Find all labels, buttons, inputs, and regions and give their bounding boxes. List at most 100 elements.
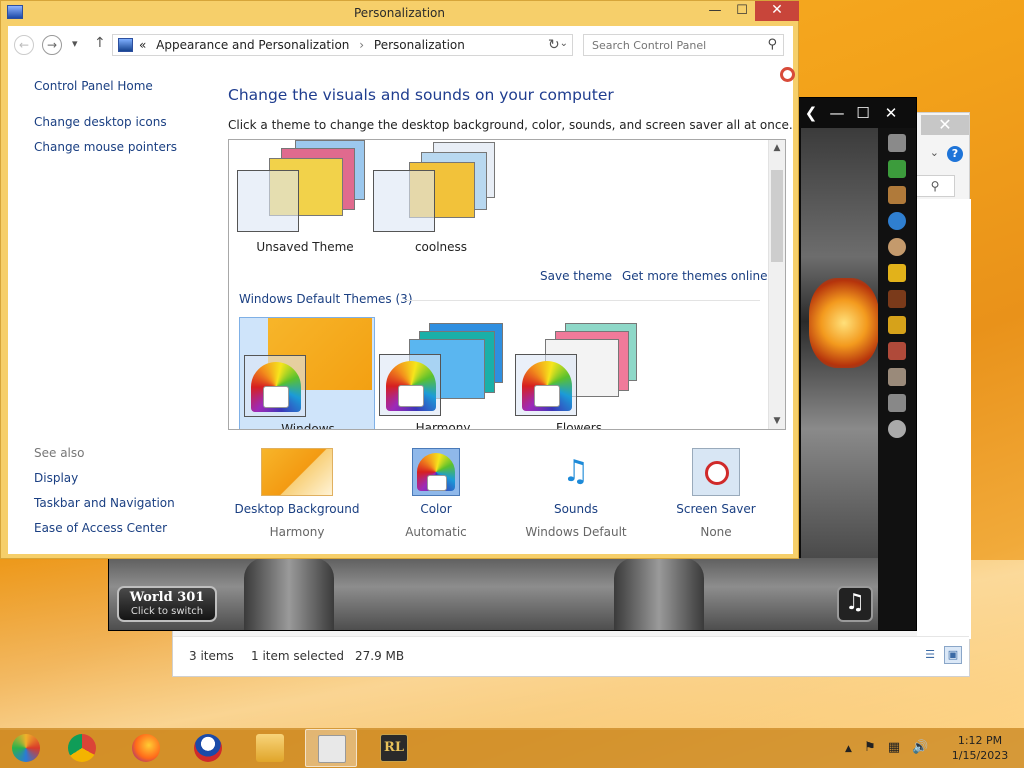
- game-maximize-button[interactable]: ☐: [852, 102, 874, 124]
- theme-list[interactable]: Unsaved Theme coolness Save theme Get mo…: [228, 139, 786, 430]
- explorer-search-icon[interactable]: ⚲: [915, 175, 955, 197]
- boot-icon[interactable]: [888, 186, 906, 204]
- taskbar-and-navigation-link[interactable]: Taskbar and Navigation: [34, 496, 175, 510]
- trophy-icon[interactable]: [888, 264, 906, 282]
- breadcrumb-personalization[interactable]: Personalization: [374, 38, 465, 52]
- scroll-up-icon[interactable]: ▲: [769, 140, 785, 156]
- help-icon[interactable]: [780, 67, 795, 82]
- taskbar-app-chrome[interactable]: [56, 729, 108, 767]
- music-icon[interactable]: ♫: [837, 586, 873, 622]
- color-link[interactable]: Color: [366, 502, 506, 516]
- address-bar[interactable]: « Appearance and Personalization › Perso…: [112, 34, 573, 56]
- cookie-icon[interactable]: [888, 238, 906, 256]
- taskbar-app-ie[interactable]: [0, 729, 52, 767]
- taskbar-app-file-explorer[interactable]: [244, 729, 296, 767]
- sounds-link[interactable]: Sounds: [506, 502, 646, 516]
- screen-saver-icon[interactable]: [692, 448, 740, 496]
- taskbar-app-firefox[interactable]: [120, 729, 172, 767]
- up-button[interactable]: ↑: [94, 35, 106, 51]
- theme-harmony[interactable]: Harmony: [375, 317, 511, 430]
- sounds-icon[interactable]: ♫: [551, 448, 601, 496]
- desktop-background-icon[interactable]: [261, 448, 333, 496]
- change-desktop-icons-link[interactable]: Change desktop icons: [34, 115, 167, 129]
- color-swatch: [379, 354, 441, 416]
- game-minimize-button[interactable]: —: [826, 102, 848, 124]
- clock-date: 1/15/2023: [951, 749, 1009, 762]
- chevron-down-icon[interactable]: ⌄: [560, 38, 568, 49]
- sounds-setting[interactable]: ♫ Sounds Windows Default: [506, 448, 646, 539]
- network-icon[interactable]: ▦: [888, 740, 900, 755]
- color-swatch: [515, 354, 577, 416]
- desktop-background-setting[interactable]: Desktop Background Harmony: [227, 448, 367, 539]
- theme-name: Unsaved Theme: [256, 240, 354, 254]
- search-icon[interactable]: ⚲: [767, 37, 777, 52]
- breadcrumb-appearance[interactable]: Appearance and Personalization: [156, 38, 349, 52]
- theme-windows[interactable]: Windows: [239, 317, 375, 430]
- ie-icon: [12, 734, 40, 762]
- details-view-icon[interactable]: ☰: [921, 646, 939, 664]
- screen-saver-value: None: [700, 525, 732, 539]
- action-center-flag-icon[interactable]: ⚑: [864, 740, 876, 755]
- scrollbar-thumb[interactable]: [771, 170, 783, 262]
- title-bar: Personalization — ☐ ✕: [1, 1, 799, 26]
- color-fan-cap: [534, 385, 560, 407]
- taskbar-app-obama[interactable]: [182, 729, 234, 767]
- desktop-background-link[interactable]: Desktop Background: [227, 502, 367, 516]
- help-icon[interactable]: ?: [947, 146, 963, 162]
- display-link[interactable]: Display: [34, 471, 78, 485]
- explorer-close-button[interactable]: ✕: [921, 115, 969, 135]
- theme-color-swatch: [373, 170, 435, 232]
- save-theme-link[interactable]: Save theme: [540, 269, 612, 283]
- screens-icon[interactable]: [888, 316, 906, 334]
- control-panel-home-link[interactable]: Control Panel Home: [34, 79, 153, 93]
- scroll-icon[interactable]: [888, 368, 906, 386]
- screen-saver-setting[interactable]: Screen Saver None: [646, 448, 786, 539]
- scroll-down-icon[interactable]: ▼: [769, 413, 785, 429]
- notes-icon[interactable]: [888, 342, 906, 360]
- taskbar-app-control-panel[interactable]: [305, 729, 357, 767]
- back-button[interactable]: ←: [14, 35, 34, 55]
- change-mouse-pointers-link[interactable]: Change mouse pointers: [34, 140, 177, 154]
- theme-name: Windows: [281, 422, 335, 430]
- volume-icon[interactable]: 🔊: [912, 740, 928, 755]
- search-box[interactable]: ⚲: [583, 34, 784, 56]
- info-icon[interactable]: [888, 420, 906, 438]
- color-icon[interactable]: [412, 448, 460, 496]
- globe-icon[interactable]: [888, 212, 906, 230]
- theme-list-scrollbar[interactable]: ▲ ▼: [768, 140, 785, 429]
- maximize-button[interactable]: ☐: [729, 1, 755, 21]
- show-hidden-icons-button[interactable]: ▲: [845, 744, 852, 754]
- screen-saver-link[interactable]: Screen Saver: [646, 502, 786, 516]
- theme-coolness[interactable]: coolness: [373, 140, 509, 260]
- page-subtitle: Click a theme to change the desktop back…: [228, 118, 793, 132]
- taskbar-app-runelite[interactable]: RL: [368, 729, 420, 767]
- world-switch-button[interactable]: World 301 Click to switch: [117, 586, 217, 622]
- pet-icon[interactable]: [888, 290, 906, 308]
- theme-flowers[interactable]: Flowers: [511, 317, 647, 429]
- pencil-icon[interactable]: [888, 394, 906, 412]
- large-icons-view-icon[interactable]: ▣: [944, 646, 962, 664]
- theme-unsaved[interactable]: Unsaved Theme: [237, 140, 373, 260]
- recent-locations-button[interactable]: ▾: [72, 37, 78, 50]
- search-input[interactable]: [584, 35, 759, 55]
- forward-button[interactable]: →: [42, 35, 62, 55]
- color-setting[interactable]: Color Automatic: [366, 448, 506, 539]
- get-more-themes-link[interactable]: Get more themes online: [622, 269, 768, 283]
- chart-icon[interactable]: [888, 160, 906, 178]
- theme-name: Harmony: [415, 421, 471, 430]
- close-button[interactable]: ✕: [755, 1, 799, 21]
- chrome-icon: [68, 734, 96, 762]
- group-divider: [404, 300, 760, 301]
- window-title: Personalization: [354, 6, 445, 20]
- chevron-down-icon[interactable]: ⌄: [930, 146, 939, 159]
- color-fan-cap: [427, 475, 447, 491]
- wrench-icon[interactable]: [888, 134, 906, 152]
- minimize-button[interactable]: —: [701, 1, 729, 21]
- game-back-button[interactable]: ❮: [800, 102, 822, 124]
- ease-of-access-center-link[interactable]: Ease of Access Center: [34, 521, 167, 535]
- clock[interactable]: 1:12 PM 1/15/2023: [940, 733, 1020, 763]
- breadcrumb-overflow[interactable]: «: [139, 38, 146, 52]
- breadcrumb-separator[interactable]: ›: [359, 38, 364, 52]
- game-close-button[interactable]: ✕: [880, 102, 902, 124]
- refresh-icon[interactable]: ↻: [548, 37, 560, 53]
